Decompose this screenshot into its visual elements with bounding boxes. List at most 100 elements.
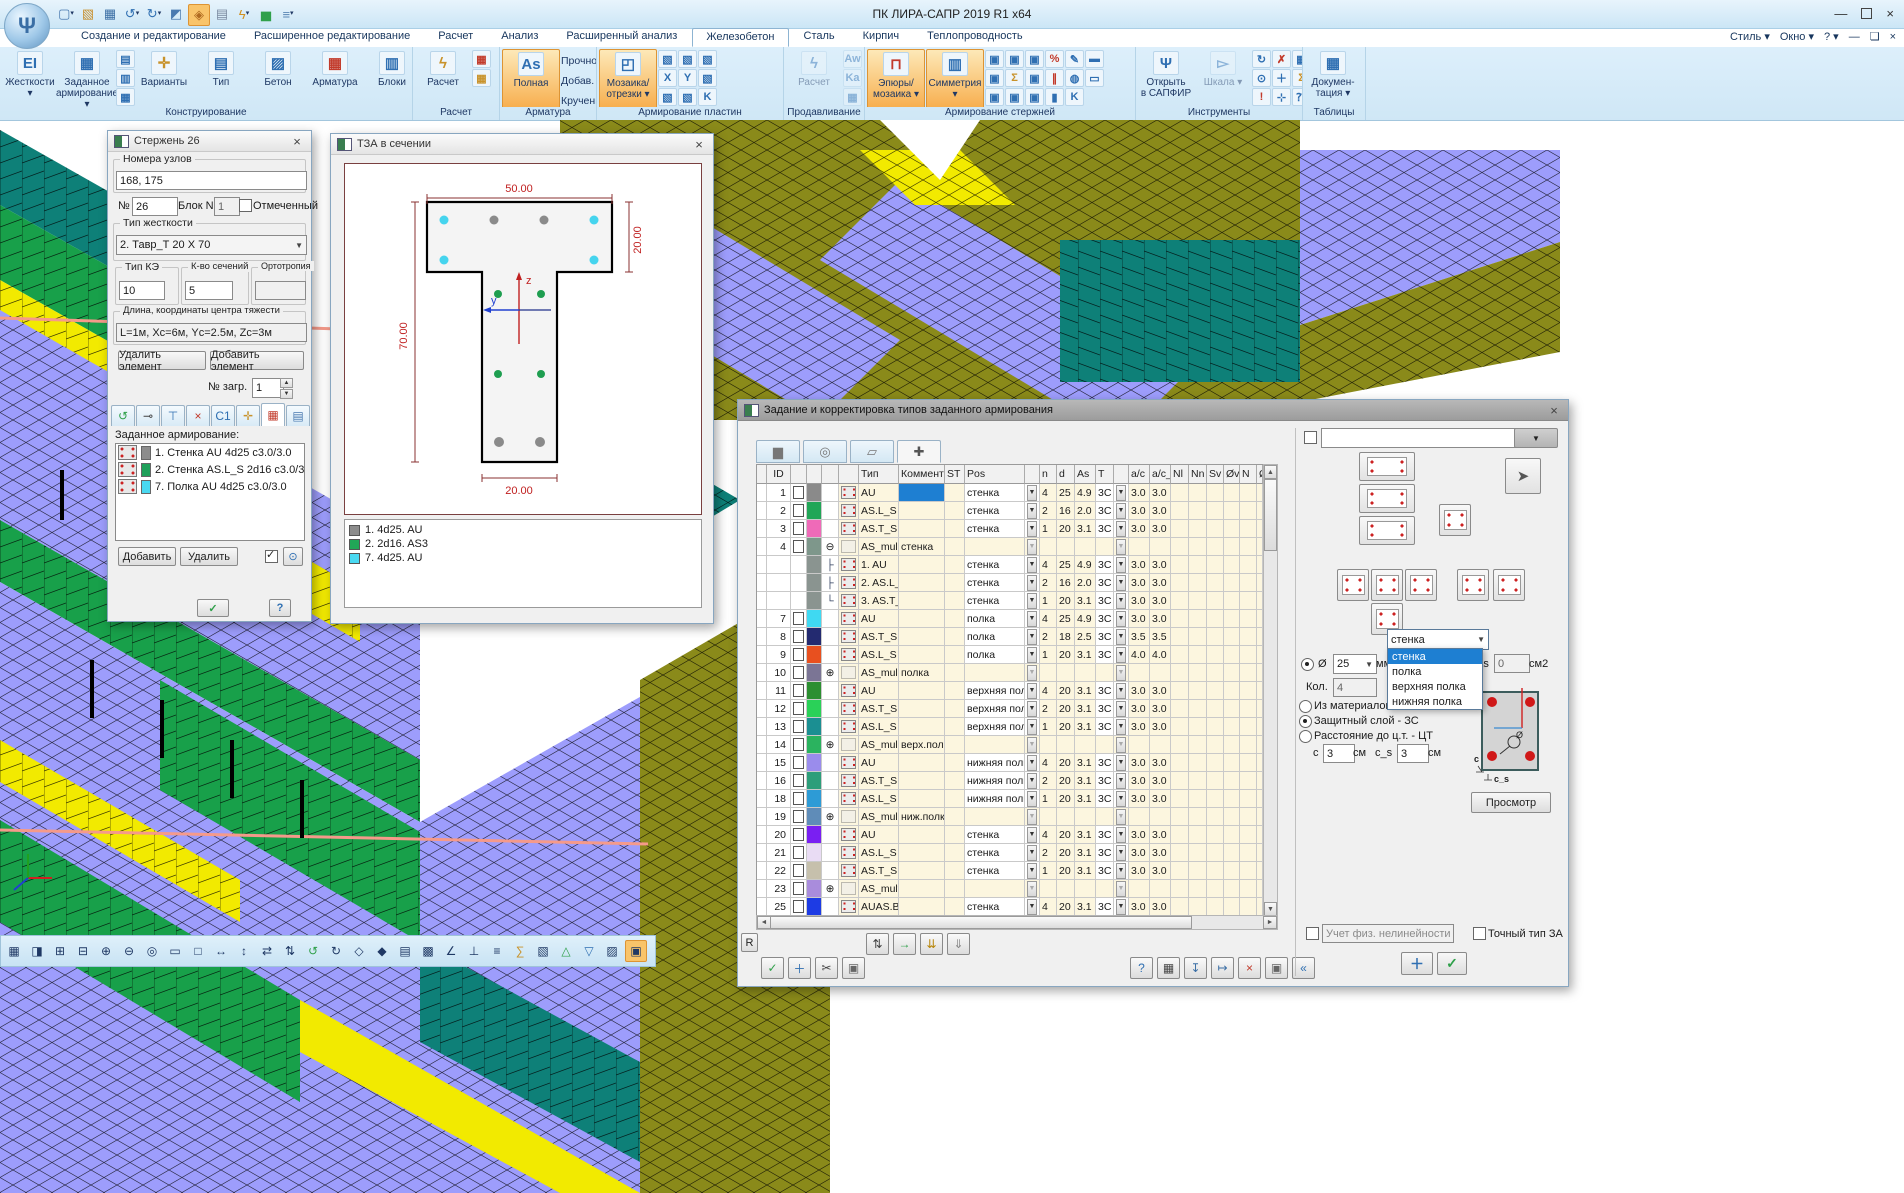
row-checkbox[interactable] (793, 882, 804, 895)
cube6-icon[interactable]: ▧ (698, 69, 717, 87)
table-row[interactable]: 8AS.T_Sполка▼2182.53C▼3.53.5 (757, 628, 1264, 646)
app-logo-icon[interactable]: Ψ (4, 3, 50, 49)
zoom-window-icon[interactable]: ⊖ (119, 941, 139, 961)
table-row[interactable]: 21AS.L_Sстенка▼2203.13C▼3.03.0 (757, 844, 1264, 862)
reinforcement-list[interactable]: 1. Стенка AU 4d25 с3.0/3.02. Стенка AS.L… (115, 443, 305, 541)
pos-dropdown-icon[interactable]: ▼ (1027, 593, 1037, 609)
t-dropdown-icon[interactable]: ▼ (1116, 881, 1126, 897)
save-icon[interactable]: ▦ (100, 4, 120, 24)
sections-count-input[interactable]: 5 (185, 281, 233, 300)
t-dropdown-icon[interactable]: ▼ (1116, 737, 1126, 753)
pos-dropdown-icon[interactable]: ▼ (1027, 773, 1037, 789)
slab-col-icon[interactable]: ▭ (1085, 69, 1104, 87)
t-dropdown-icon[interactable]: ▼ (1116, 863, 1126, 879)
table-row[interactable]: 16AS.T_Sнижняя полка▼2203.13C▼3.03.0 (757, 772, 1264, 790)
zoom-out-icon[interactable]: ⊟ (73, 941, 93, 961)
close-ribbon-icon[interactable]: × (1890, 31, 1896, 43)
diameter-select[interactable]: 25▼ (1333, 654, 1377, 674)
book-icon[interactable]: ◈ (188, 4, 210, 26)
preview-button[interactable]: Просмотр (1471, 792, 1551, 813)
tab-Расширенное редактирование[interactable]: Расширенное редактирование (241, 28, 423, 47)
bar-dialog-titlebar[interactable]: Стержень 26 × (108, 131, 311, 152)
apply-arrow-icon[interactable]: → (893, 933, 916, 955)
table-row[interactable]: 23⊕AS_mult▼▼ (757, 880, 1264, 898)
angle-icon[interactable]: ∠ (441, 941, 461, 961)
cut-icon[interactable]: ✂ (815, 957, 838, 979)
filter-checkbox[interactable] (1304, 431, 1317, 444)
row-checkbox[interactable] (793, 486, 804, 499)
blocks-icon[interactable]: ▥Блоки (364, 49, 412, 107)
t-dropdown-icon[interactable]: ▼ (1116, 647, 1126, 663)
restore-ribbon-icon[interactable]: ❏ (1870, 30, 1880, 43)
fe-type-input[interactable]: 10 (119, 281, 165, 300)
stiffness-icon[interactable]: EIЖесткости ▾ (2, 49, 58, 107)
table-row[interactable]: 19⊕AS_mulниж.полка▼▼ (757, 808, 1264, 826)
help-icon[interactable]: ? (1130, 957, 1153, 979)
show-checkbox[interactable] (265, 550, 278, 563)
scale-icon[interactable]: ▻Шкала ▾ (1195, 49, 1251, 107)
sort-updown-icon[interactable]: ⇅ (866, 933, 889, 955)
rotate-icon[interactable]: ↻ (1252, 50, 1271, 68)
pos-dropdown-icon[interactable]: ▼ (1027, 611, 1037, 627)
t-dropdown-icon[interactable]: ▼ (1116, 575, 1126, 591)
as-input[interactable]: 0 (1494, 654, 1530, 673)
t-dropdown-icon[interactable]: ▼ (1116, 593, 1126, 609)
pos-dropdown-icon[interactable]: ▼ (1027, 755, 1037, 771)
row-checkbox[interactable] (793, 864, 804, 877)
solid-icon[interactable]: ◆ (372, 941, 392, 961)
table-row[interactable]: 15AUнижняя полка▼4203.13C▼3.03.0 (757, 754, 1264, 772)
t-dropdown-icon[interactable]: ▼ (1116, 755, 1126, 771)
minimize-button[interactable]: — (1834, 6, 1847, 21)
chart-icon[interactable]: ▅ (256, 4, 276, 24)
cube3-icon[interactable]: ▧ (678, 50, 697, 68)
dropdown-option-полка[interactable]: полка (1388, 664, 1482, 679)
row-checkbox[interactable] (793, 540, 804, 553)
t-dropdown-icon[interactable]: ▼ (1116, 773, 1126, 789)
sec-pat3-icon[interactable]: ▣ (985, 88, 1004, 106)
symmetry-icon[interactable]: ▥Симметрия ▾ (926, 49, 984, 107)
proj-icon[interactable]: ▣ (625, 940, 647, 962)
row-checkbox[interactable] (793, 666, 804, 679)
eraser-tab-icon[interactable]: ▱ (850, 440, 894, 463)
pos-dropdown-icon[interactable]: ▼ (1027, 683, 1037, 699)
tza-dialog-titlebar[interactable]: ТЗА в сечении × (331, 134, 713, 155)
quantity-input[interactable]: 4 (1333, 678, 1377, 697)
slab-dark-icon[interactable]: ▬ (1085, 50, 1104, 68)
t-dropdown-icon[interactable]: ▼ (1116, 521, 1126, 537)
link-icon[interactable]: ⊸ (136, 405, 160, 426)
rotate-ccw-icon[interactable]: ↺ (303, 941, 323, 961)
given-reinf-icon[interactable]: ▦Заданное армирование ▾ (59, 49, 115, 107)
delete-element-button[interactable]: Удалить элемент (118, 351, 206, 370)
package-icon[interactable]: ◩ (166, 4, 186, 24)
globe-icon[interactable]: ◍ (1065, 69, 1084, 87)
plus-expander-icon[interactable]: ⊕ (822, 880, 839, 898)
t-dropdown-icon[interactable]: ▼ (1116, 611, 1126, 627)
menu-Окно[interactable]: Окно ▾ (1780, 30, 1814, 43)
concrete-icon[interactable]: ▨Бетон (250, 49, 306, 107)
t-dropdown-icon[interactable]: ▼ (1116, 809, 1126, 825)
position-dropdown-list[interactable]: стенкаполкаверхняя полканижняя полка (1387, 648, 1483, 710)
ka-icon[interactable]: Ka (843, 69, 862, 87)
row-checkbox[interactable] (793, 900, 804, 913)
sec-pat7-icon[interactable]: ▣ (1025, 69, 1044, 87)
dropdown-option-нижняя полка[interactable]: нижняя полка (1388, 694, 1482, 709)
table-row[interactable]: 12AS.T_Sверхняя полка▼2203.13C▼3.03.0 (757, 700, 1264, 718)
zoom-all-icon[interactable]: ◎ (142, 941, 162, 961)
pos-dropdown-icon[interactable]: ▼ (1027, 899, 1037, 915)
t-dropdown-icon[interactable]: ▼ (1116, 791, 1126, 807)
pointer-button[interactable]: ➤ (1505, 458, 1541, 494)
pan-icon[interactable]: ◨ (27, 941, 47, 961)
percent-icon[interactable]: % (1045, 50, 1064, 68)
reinforcement-table[interactable]: IDТипКомментарийSTPosndAsTa/ca/c_sNlNnSv… (756, 464, 1265, 917)
sec-pat6-icon[interactable]: ▣ (1025, 50, 1044, 68)
pos-dropdown-icon[interactable]: ▼ (1027, 827, 1037, 843)
row-checkbox[interactable] (793, 612, 804, 625)
position-select[interactable]: стенка▼ (1387, 629, 1489, 650)
rebar-grid-icon[interactable]: ▦Арматура (307, 49, 363, 107)
t-dropdown-icon[interactable]: ▼ (1116, 629, 1126, 645)
calc-flash-icon[interactable]: ϟРасчет (415, 49, 471, 107)
grid-gray-icon[interactable]: ▦ (843, 88, 862, 106)
iso-down-icon[interactable]: ▽ (579, 941, 599, 961)
dropdown-option-стенка[interactable]: стенка (1388, 649, 1482, 664)
plus-expander-icon[interactable]: ⊕ (822, 808, 839, 826)
